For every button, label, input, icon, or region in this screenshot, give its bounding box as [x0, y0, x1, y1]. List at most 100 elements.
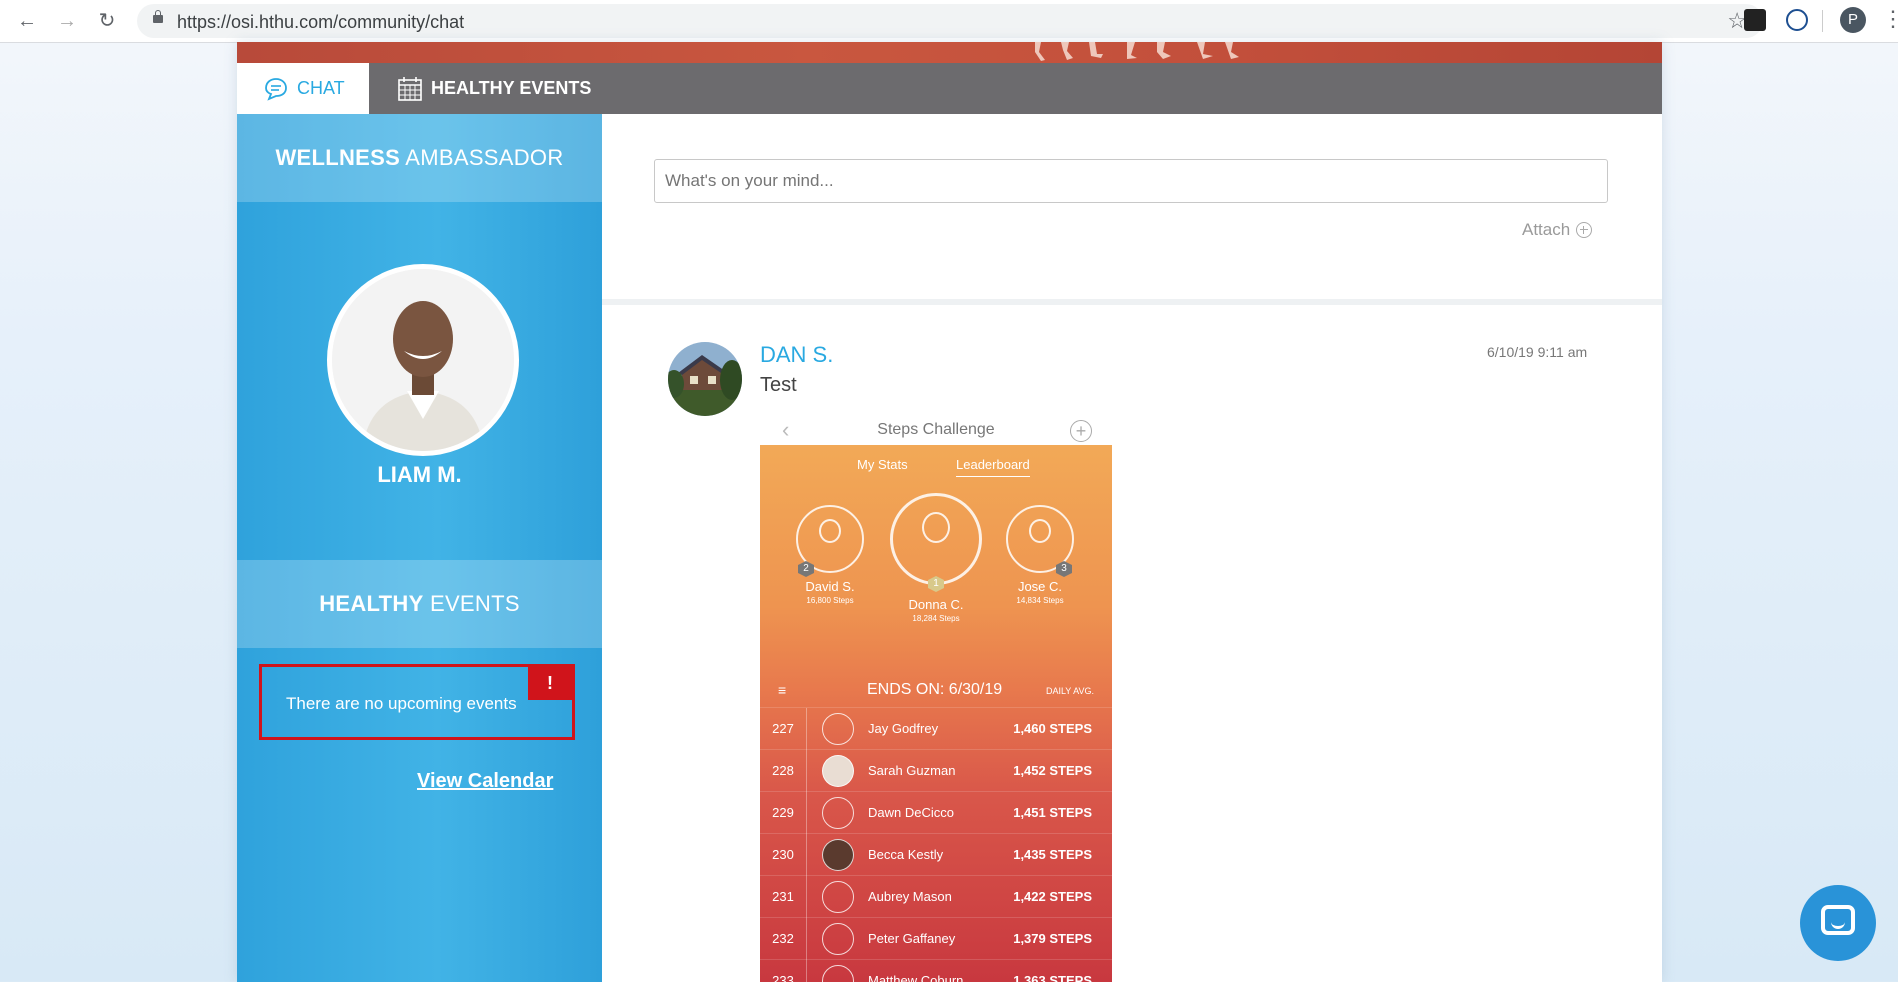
podium-avatar: 2	[796, 505, 864, 577]
row-name: Aubrey Mason	[868, 889, 952, 904]
banner-runners-art	[1035, 42, 1239, 61]
row-steps: 1,422 STEPS	[1013, 889, 1092, 904]
back-icon[interactable]: ←	[14, 8, 40, 34]
ambassador-photo	[332, 269, 514, 451]
post-image[interactable]: ‹ Steps Challenge + My Stats Leaderboard…	[760, 413, 1112, 982]
person-icon	[922, 512, 950, 543]
leaderboard-panel: My Stats Leaderboard 2 David S. 16,800 S…	[760, 445, 1112, 982]
podium-avatar: 1	[890, 493, 982, 592]
healthy-events-heading: HEALTHY EVENTS	[237, 560, 602, 648]
person-icon	[1029, 519, 1051, 543]
tab-healthy-events[interactable]: HEALTHY EVENTS	[369, 63, 591, 114]
url-text[interactable]: https://osi.hthu.com/community/chat	[177, 12, 464, 33]
leaderboard-row: 231 Aubrey Mason 1,422 STEPS	[760, 875, 1112, 918]
person-icon	[822, 797, 854, 829]
forward-icon[interactable]: →	[54, 8, 80, 34]
heading-rest: AMBASSADOR	[400, 145, 564, 170]
row-avatar-photo	[822, 839, 854, 871]
page-container: CHAT HEALTHY EVENTS WELLNESS AMBASSADOR	[237, 42, 1662, 982]
row-divider	[806, 960, 807, 982]
leaderboard-row: 233 Matthew Coburn 1,363 STEPS	[760, 959, 1112, 982]
post-author-name[interactable]: DAN S.	[760, 342, 833, 368]
person-icon	[822, 923, 854, 955]
events-heading-rest: EVENTS	[423, 591, 520, 616]
row-steps: 1,460 STEPS	[1013, 721, 1092, 736]
menu-kebab-icon[interactable]: ⋮	[1882, 6, 1898, 32]
person-icon	[822, 713, 854, 745]
row-divider	[806, 876, 807, 918]
browser-toolbar: ← → ↻ https://osi.hthu.com/community/cha…	[0, 0, 1898, 43]
profile-avatar[interactable]: P	[1840, 7, 1866, 33]
view-calendar-link[interactable]: View Calendar	[417, 770, 553, 793]
tab-chat-label: CHAT	[297, 78, 345, 98]
extension-icon[interactable]	[1744, 9, 1766, 31]
row-divider	[806, 834, 807, 876]
podium-steps: 14,834 Steps	[1016, 596, 1064, 605]
row-steps: 1,435 STEPS	[1013, 847, 1092, 862]
image-header: ‹ Steps Challenge +	[760, 413, 1112, 445]
address-bar[interactable]: https://osi.hthu.com/community/chat ☆	[137, 4, 1763, 38]
post-timestamp: 6/10/19 9:11 am	[1487, 344, 1588, 360]
person-icon	[819, 519, 841, 543]
attach-label: Attach	[1522, 220, 1571, 239]
chat-icon	[1821, 905, 1855, 935]
post-input[interactable]	[654, 159, 1608, 203]
chat-launcher-button[interactable]	[1800, 885, 1876, 961]
podium-third: 3 Jose C. 14,834 Steps	[1000, 505, 1080, 605]
leaderboard-row: 230 Becca Kestly 1,435 STEPS	[760, 833, 1112, 876]
house-photo	[668, 342, 742, 416]
rank-badge: 2	[798, 561, 814, 577]
leaderboard-row: 232 Peter Gaffaney 1,379 STEPS	[760, 917, 1112, 960]
row-rank: 233	[772, 973, 794, 982]
post-author-avatar[interactable]	[668, 342, 742, 416]
feed-divider	[602, 299, 1662, 305]
row-divider	[806, 708, 807, 750]
row-steps: 1,452 STEPS	[1013, 763, 1092, 778]
podium-name: Donna C.	[908, 597, 964, 612]
header-banner	[237, 42, 1662, 63]
heading-bold: WELLNESS	[275, 145, 401, 170]
row-divider	[806, 750, 807, 792]
lock-icon	[153, 10, 163, 23]
post-text: Test	[760, 374, 797, 396]
row-name: Matthew Coburn	[868, 973, 964, 982]
leaderboard-row: 228 Sarah Guzman 1,452 STEPS	[760, 749, 1112, 792]
row-steps: 1,379 STEPS	[1013, 931, 1092, 946]
heart-extension-icon[interactable]	[1786, 9, 1808, 31]
podium-name: David S.	[805, 579, 855, 594]
person-icon	[822, 965, 854, 982]
plus-circle-icon	[1576, 222, 1593, 238]
row-rank: 232	[772, 931, 794, 946]
rank-badge: 1	[928, 576, 944, 592]
ends-date: ENDS ON: 6/30/19	[867, 681, 1003, 698]
calendar-icon	[398, 76, 422, 101]
podium-steps: 16,800 Steps	[806, 596, 854, 605]
wellness-ambassador-heading: WELLNESS AMBASSADOR	[237, 114, 602, 202]
tab-chat[interactable]: CHAT	[237, 63, 369, 114]
toolbar-divider	[1822, 10, 1823, 32]
plus-icon: +	[1070, 420, 1092, 442]
attach-button[interactable]: Attach	[1522, 220, 1593, 240]
row-divider	[806, 918, 807, 960]
daily-avg-label: DAILY AVG.	[1045, 686, 1094, 696]
ends-bar: ≡ ENDS ON: 6/30/19 DAILY AVG.	[760, 677, 1112, 707]
hamburger-icon: ≡	[778, 682, 787, 698]
events-heading-bold: HEALTHY	[319, 591, 424, 616]
alert-icon: !	[528, 667, 572, 700]
ambassador-name: LIAM M.	[377, 462, 462, 487]
reload-icon[interactable]: ↻	[94, 8, 120, 34]
no-events-text: There are no upcoming events	[286, 694, 517, 713]
person-icon	[822, 881, 854, 913]
row-avatar-photo	[822, 755, 854, 787]
row-divider	[806, 792, 807, 834]
ambassador-avatar	[327, 264, 519, 456]
chat-bubble-icon	[265, 77, 287, 101]
leaderboard-row: 229 Dawn DeCicco 1,451 STEPS	[760, 791, 1112, 834]
podium-steps: 18,284 Steps	[912, 614, 960, 623]
row-name: Becca Kestly	[868, 847, 944, 862]
row-rank: 228	[772, 763, 794, 778]
podium-first: 1 Donna C. 18,284 Steps	[888, 493, 984, 623]
row-steps: 1,451 STEPS	[1013, 805, 1092, 820]
row-steps: 1,363 STEPS	[1013, 973, 1092, 982]
podium-avatar: 3	[1006, 505, 1074, 577]
